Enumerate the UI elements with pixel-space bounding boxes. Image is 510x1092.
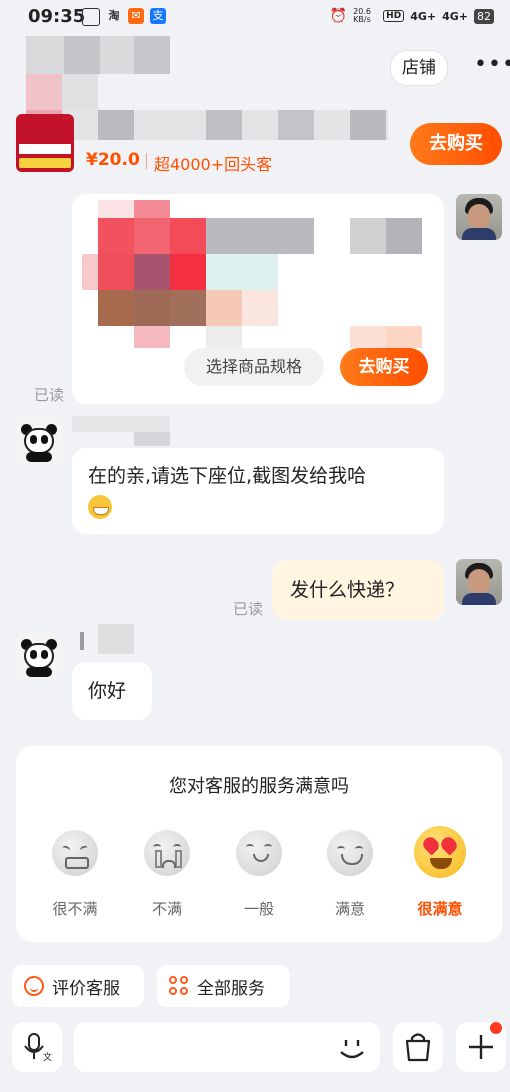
rating-title: 您对客服的服务满意吗 xyxy=(169,776,349,797)
voice-icon: 文 xyxy=(24,1033,52,1063)
hd-icon: HD xyxy=(383,10,405,22)
select-spec-button[interactable]: 选择商品规格 xyxy=(184,348,324,386)
smile-icon xyxy=(24,976,44,996)
shopping-bag-icon xyxy=(405,1033,431,1062)
angry-face-icon[interactable] xyxy=(52,830,98,876)
message-text: 发什么快递？ xyxy=(290,579,405,601)
svg-text:文: 文 xyxy=(43,1051,52,1063)
evaluate-service-button[interactable]: 评价客服 xyxy=(12,965,144,1007)
more-icon[interactable]: ••• xyxy=(474,52,510,80)
signal-2: 4G+ xyxy=(442,9,468,23)
notification-icons: 淘 ✉ 支 xyxy=(82,8,166,26)
repeat-buyers: 超4000+回头客 xyxy=(154,155,273,174)
card-buy-button[interactable]: 去购买 xyxy=(340,348,428,386)
status-right: ⏰ 20.6 KB/s HD 4G+ 4G+ 82 xyxy=(330,8,494,24)
user-avatar[interactable] xyxy=(456,559,502,605)
evaluate-label: 评价客服 xyxy=(52,978,120,999)
smile-face-icon[interactable] xyxy=(327,830,373,876)
signal-1: 4G+ xyxy=(410,9,437,23)
message-bubble[interactable]: 你好 xyxy=(72,662,152,720)
rating-label: 一般 xyxy=(243,900,274,918)
message-bubble-outgoing[interactable]: 发什么快递？ xyxy=(272,560,444,620)
alipay-icon: 支 xyxy=(150,8,166,24)
divider xyxy=(146,153,147,169)
gallery-icon xyxy=(82,8,100,26)
heart-eyes-face-icon[interactable] xyxy=(414,826,466,878)
all-services-label: 全部服务 xyxy=(197,978,265,999)
message-input[interactable] xyxy=(74,1022,380,1072)
emoji-icon[interactable] xyxy=(332,1028,372,1068)
taobao-icon: 淘 xyxy=(108,9,120,22)
rating-label: 很不满 xyxy=(52,900,98,918)
service-avatar[interactable] xyxy=(16,418,62,464)
crying-face-icon[interactable] xyxy=(144,830,190,876)
buy-button[interactable]: 去购买 xyxy=(410,123,502,165)
voice-button[interactable]: 文 xyxy=(12,1022,62,1072)
rating-label: 满意 xyxy=(334,900,365,918)
app-notify-icon: ✉ xyxy=(128,8,144,24)
battery-icon: 82 xyxy=(474,8,494,24)
read-receipt: 已读 xyxy=(233,600,264,618)
message-text: 在的亲,请选下座位,截图发给我哈 xyxy=(88,465,367,487)
all-services-button[interactable]: 全部服务 xyxy=(157,965,290,1007)
rating-label: 很满意 xyxy=(417,900,463,918)
alarm-icon: ⏰ xyxy=(329,8,348,24)
rating-label: 不满 xyxy=(151,900,182,918)
status-time: 09:35 xyxy=(28,6,86,27)
message-bubble[interactable]: 在的亲,请选下座位,截图发给我哈 xyxy=(72,448,444,534)
grid-icon xyxy=(169,976,189,996)
product-thumbnail[interactable] xyxy=(16,114,74,172)
cart-button[interactable] xyxy=(393,1022,443,1072)
notification-dot xyxy=(490,1022,502,1034)
message-text: 你好 xyxy=(88,680,127,702)
status-bar: 09:35 淘 ✉ 支 ⏰ 20.6 KB/s HD 4G+ 4G+ 82 xyxy=(0,0,510,34)
neutral-face-icon[interactable] xyxy=(236,830,282,876)
shop-button[interactable]: 店铺 xyxy=(390,50,448,86)
service-avatar[interactable] xyxy=(16,633,62,679)
read-receipt: 已读 xyxy=(34,386,65,404)
product-price: ¥20.0 xyxy=(86,150,140,170)
grin-emoji-icon xyxy=(88,494,112,519)
user-avatar[interactable] xyxy=(456,194,502,240)
net-speed: 20.6 KB/s xyxy=(353,7,371,24)
